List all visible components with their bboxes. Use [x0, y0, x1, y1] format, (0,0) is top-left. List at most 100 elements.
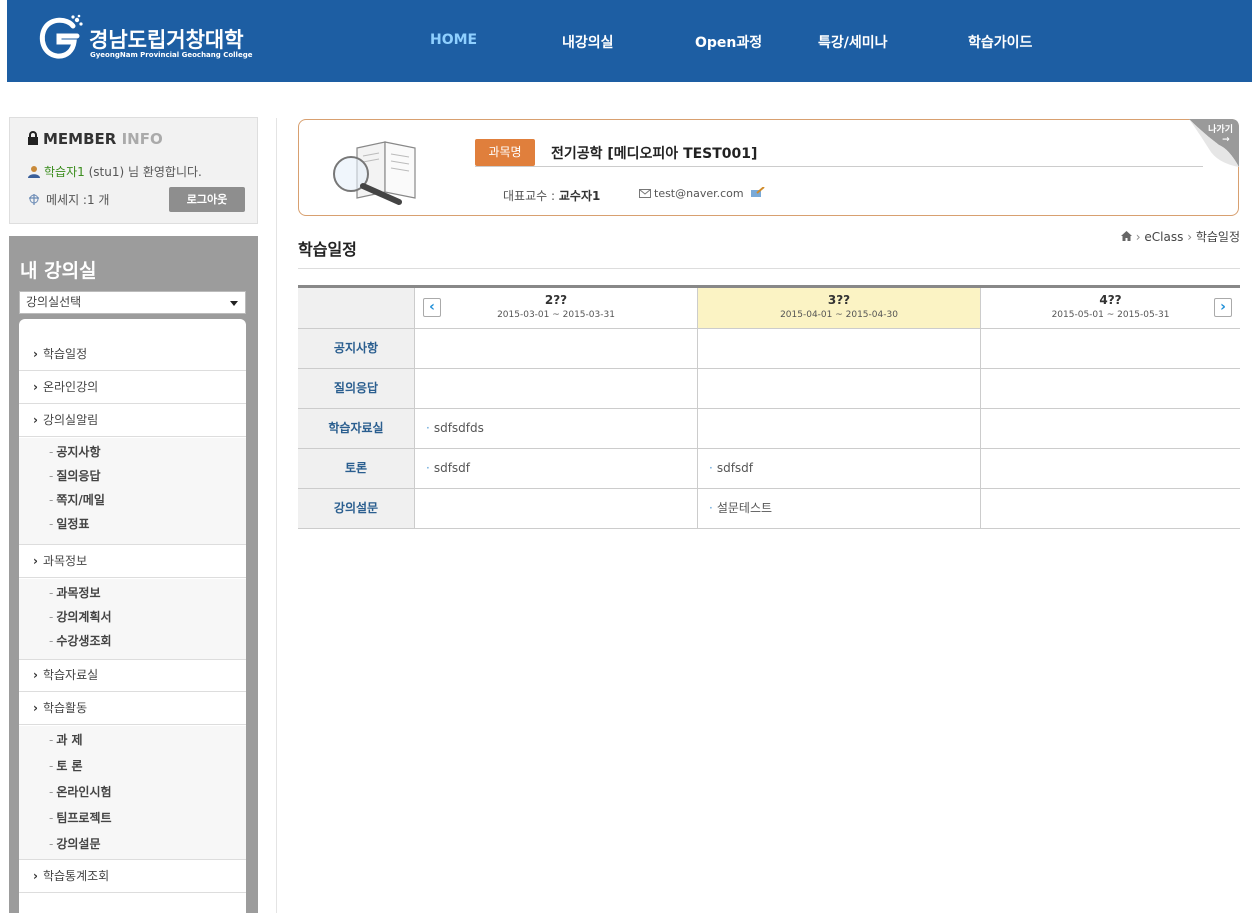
month-column-2: 3?? 2015-04-01 ~ 2015-04-30: [697, 288, 980, 328]
welcome-text: 학습자1 (stu1) 님 환영합니다.: [27, 163, 202, 180]
row-label: 공지사항: [298, 329, 414, 368]
top-navigation-bar: 경남도립거창대학 GyeongNam Provincial Geochang C…: [7, 0, 1252, 82]
table-row: 공지사항: [298, 329, 1240, 369]
schedule-header-row: ‹ 2?? 2015-03-01 ~ 2015-03-31 3?? 2015-0…: [298, 288, 1240, 329]
nav-home[interactable]: HOME: [430, 32, 477, 48]
menu-resources[interactable]: › 학습자료실: [19, 659, 246, 692]
submenu-discussion[interactable]: -토 론: [19, 755, 246, 778]
table-row: 강의설문 · 설문테스트: [298, 489, 1240, 529]
nav-my-classroom[interactable]: 내강의실: [562, 32, 614, 52]
user-icon: [28, 166, 40, 178]
user-name: 학습자1: [44, 165, 85, 179]
professor-email[interactable]: test@naver.com: [639, 186, 765, 200]
table-cell: [697, 409, 980, 448]
course-label-badge: 과목명: [475, 139, 535, 166]
submenu-assignment[interactable]: -과 제: [19, 729, 246, 752]
submenu-note-mail[interactable]: - 쪽지/메일: [19, 489, 246, 512]
column-divider: [276, 118, 277, 913]
table-cell: [980, 449, 1240, 488]
professor-info: 대표교수 : 교수자1: [503, 189, 601, 203]
submenu-calendar[interactable]: - 일정표: [19, 513, 246, 536]
exit-label: 나가기 →: [1208, 125, 1233, 145]
chevron-right-icon: ›: [33, 380, 38, 394]
month-label: 4??: [1099, 293, 1122, 307]
month-label: 3??: [827, 293, 851, 307]
college-logo[interactable]: 경남도립거창대학 GyeongNam Provincial Geochang C…: [37, 14, 277, 64]
month-range: 2015-04-01 ~ 2015-04-30: [780, 310, 898, 320]
submenu-student-list[interactable]: - 수강생조회: [19, 630, 246, 653]
nav-open-course[interactable]: Open과정: [695, 32, 762, 52]
table-cell: [697, 329, 980, 368]
submenu-classroom-notice: - 공지사항 - 질의응답 - 쪽지/메일 - 일정표: [19, 438, 246, 545]
logo-title: 경남도립거창대학: [89, 28, 244, 52]
schedule-table: ‹ 2?? 2015-03-01 ~ 2015-03-31 3?? 2015-0…: [298, 285, 1240, 529]
submenu-course-detail[interactable]: - 과목정보: [19, 582, 246, 605]
chevron-right-icon: ›: [33, 347, 38, 361]
month-column-1: ‹ 2?? 2015-03-01 ~ 2015-03-31: [414, 288, 697, 328]
compose-mail-icon[interactable]: [751, 186, 765, 198]
table-cell: [980, 369, 1240, 408]
logo-g-icon: [39, 14, 83, 59]
table-row: 토론 · sdfsdf · sdfsdf: [298, 449, 1240, 489]
chevron-right-icon: ›: [33, 554, 38, 568]
submenu-notice[interactable]: - 공지사항: [19, 441, 246, 464]
breadcrumb-current: 학습일정: [1195, 230, 1240, 244]
chevron-down-icon: [230, 301, 238, 306]
row-label: 학습자료실: [298, 409, 414, 448]
menu-statistics[interactable]: › 학습통계조회: [19, 860, 246, 893]
table-cell: [414, 329, 697, 368]
submenu-online-exam[interactable]: - 온라인시험: [19, 781, 246, 804]
submenu-course-info: - 과목정보 - 강의계획서 - 수강생조회: [19, 579, 246, 660]
menu-course-info[interactable]: › 과목정보: [19, 545, 246, 578]
table-cell: [414, 489, 697, 528]
logo-subtitle: GyeongNam Provincial Geochang College: [90, 51, 253, 59]
month-label: 2??: [544, 293, 568, 307]
course-header: 과목명 전기공학 [메디오피아 TEST001] 대표교수 : 교수자1 tes…: [298, 119, 1239, 216]
classroom-select[interactable]: 강의실선택: [19, 291, 246, 314]
chevron-right-icon: ›: [33, 413, 38, 427]
menu-learning-activity[interactable]: › 학습활동: [19, 692, 246, 725]
submenu-syllabus[interactable]: - 강의계획서: [19, 606, 246, 629]
table-cell: [414, 369, 697, 408]
lock-icon: [28, 131, 38, 145]
menu-classroom-notice[interactable]: › 강의실알림: [19, 404, 246, 437]
mail-icon: [639, 189, 651, 198]
title-divider: [298, 268, 1240, 269]
chevron-right-icon: ›: [33, 869, 38, 883]
nav-learning-guide[interactable]: 학습가이드: [968, 32, 1032, 52]
schedule-entry[interactable]: · sdfsdf: [414, 449, 697, 488]
submenu-survey[interactable]: - 강의설문: [19, 833, 246, 856]
submenu-learning-activity: -과 제 -토 론 - 온라인시험 - 팀프로젝트 - 강의설문: [19, 726, 246, 860]
month-column-3: 4?? 2015-05-01 ~ 2015-05-31 ›: [980, 288, 1240, 328]
table-row: 질의응답: [298, 369, 1240, 409]
next-month-button[interactable]: ›: [1214, 298, 1232, 317]
home-icon[interactable]: [1120, 231, 1132, 241]
row-label: 질의응답: [298, 369, 414, 408]
breadcrumb-eclass[interactable]: eClass: [1144, 230, 1183, 244]
schedule-entry[interactable]: · sdfsdfds: [414, 409, 697, 448]
menu-online-lecture[interactable]: › 온라인강의: [19, 371, 246, 404]
submenu-team-project[interactable]: - 팀프로젝트: [19, 807, 246, 830]
header-corner: [298, 288, 414, 328]
nav-seminar[interactable]: 특강/세미나: [818, 32, 888, 52]
book-magnifier-icon: [333, 141, 416, 205]
member-info-title: MEMBER INFO: [27, 130, 163, 148]
submenu-qna[interactable]: - 질의응답: [19, 465, 246, 488]
month-range: 2015-05-01 ~ 2015-05-31: [1051, 310, 1170, 320]
schedule-entry[interactable]: · 설문테스트: [697, 489, 980, 528]
schedule-entry[interactable]: · sdfsdf: [697, 449, 980, 488]
breadcrumb: › eClass › 학습일정: [1080, 228, 1240, 245]
logout-button[interactable]: 로그아웃: [169, 187, 245, 212]
month-range: 2015-03-01 ~ 2015-03-31: [497, 310, 615, 320]
table-cell: [980, 329, 1240, 368]
prev-month-button[interactable]: ‹: [423, 298, 441, 317]
course-divider: [475, 166, 1203, 167]
table-cell: [980, 489, 1240, 528]
exit-button[interactable]: 나가기 →: [1189, 119, 1239, 167]
menu-learning-schedule[interactable]: › 학습일정: [19, 338, 246, 371]
message-count[interactable]: 메세지 :1 개: [27, 191, 109, 208]
table-row: 학습자료실 · sdfsdfds: [298, 409, 1240, 449]
chevron-right-icon: ›: [33, 701, 38, 715]
row-label: 토론: [298, 449, 414, 488]
page-title: 학습일정: [298, 240, 357, 259]
